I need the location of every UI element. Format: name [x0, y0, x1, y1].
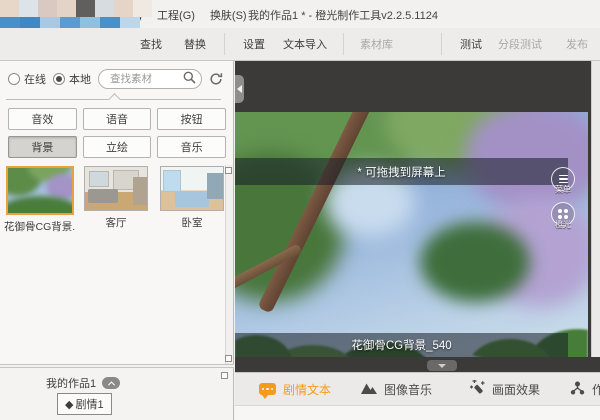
tab-story-flow[interactable]: 作品流程 [570, 381, 600, 398]
mountain-image-icon [361, 381, 377, 397]
asset-thumb-label: 花御骨CG背景.. [4, 219, 76, 234]
drag-hint-bar: * 可拖拽到屏幕上 [235, 158, 568, 185]
category-character-art[interactable]: 立绘 [83, 136, 152, 158]
stage-area: * 可拖拽到屏幕上 花御骨CG背景_540 菜单 橙光 [235, 61, 600, 420]
scrollbar-button[interactable] [225, 355, 232, 362]
search-box [98, 69, 202, 89]
toolbar-divider [224, 33, 225, 55]
toolbar-divider [343, 33, 344, 55]
text-area-top-strip [235, 405, 600, 420]
player-logo-button[interactable]: 橙光 [551, 202, 575, 226]
segment-test-button[interactable]: 分段测试 [498, 36, 542, 52]
censored-pixel-block [19, 0, 38, 17]
magic-wand-icon [468, 380, 485, 398]
replace-button[interactable]: 替换 [184, 36, 206, 52]
settings-button[interactable]: 设置 [243, 36, 265, 52]
tab-screen-effects[interactable]: 画面效果 [468, 380, 540, 398]
material-library-panel: 在线 本地 音效 语音 按钮 背景 立绘 音乐 [0, 61, 234, 365]
collapse-left-panel-handle[interactable] [235, 75, 244, 103]
tab-image-music[interactable]: 图像音乐 [361, 381, 432, 398]
category-buttons: 音效 语音 按钮 背景 立绘 音乐 [8, 108, 226, 158]
refresh-icon[interactable] [209, 72, 223, 86]
censored-pixel-block [38, 0, 57, 17]
category-sound-effects[interactable]: 音效 [8, 108, 77, 130]
tab-label: 画面效果 [492, 381, 540, 398]
search-input[interactable] [108, 72, 183, 86]
censored-pixel-block [76, 0, 95, 17]
panel-divider-caret [6, 99, 221, 100]
tab-label: 图像音乐 [384, 381, 432, 398]
tab-label: 剧情文本 [283, 381, 331, 398]
test-button[interactable]: 测试 [460, 36, 482, 52]
radio-circle-icon [8, 73, 20, 85]
censored-pixel-block [95, 0, 114, 17]
radio-online-label: 在线 [24, 71, 46, 87]
project-panel: 我的作品1 ◆ 剧情1 [0, 367, 234, 420]
radio-local[interactable]: 本地 [53, 71, 91, 87]
project-name: 我的作品1 [46, 375, 96, 391]
publish-button[interactable]: 发布 [566, 36, 588, 52]
menu-icon [559, 175, 568, 184]
asset-thumb-image [160, 166, 224, 211]
player-menu-label: 菜单 [555, 184, 571, 195]
censored-pixel-block [57, 0, 76, 17]
censored-pixel-block [114, 0, 133, 17]
left-panel-scrollbar[interactable] [225, 165, 233, 364]
asset-thumb-forest-bg[interactable]: 花御骨CG背景.. [4, 166, 76, 234]
menu-project[interactable]: 工程(G) [157, 7, 195, 23]
asset-thumb-image [6, 166, 74, 215]
scrollbar-button[interactable] [225, 167, 232, 174]
tab-story-text[interactable]: 剧情文本 [259, 381, 331, 398]
asset-thumb-label: 客厅 [80, 215, 152, 230]
diamond-icon: ◆ [65, 398, 73, 411]
radio-local-label: 本地 [69, 71, 91, 87]
scene-item-label: 剧情1 [75, 396, 103, 412]
expand-text-panel-handle[interactable] [427, 360, 457, 371]
search-icon[interactable] [183, 71, 196, 87]
player-logo-label: 橙光 [555, 219, 571, 230]
clover-logo-icon [558, 209, 568, 219]
material-library-button[interactable]: 素材库 [360, 36, 393, 52]
player-menu-button[interactable]: 菜单 [551, 167, 575, 191]
asset-thumbnails: 花御骨CG背景.. 客厅 卧室 [4, 166, 228, 234]
censored-pixel-block [0, 0, 19, 17]
tab-label: 作品流程 [592, 381, 600, 398]
app-window: 工具(T) 工程(G) 换肤(S) 我的作品1 * - 橙光制作工具v2.2.5… [0, 0, 600, 420]
asset-thumb-image [84, 166, 148, 211]
menu-skin[interactable]: 换肤(S) [210, 7, 247, 23]
radio-circle-selected-icon [53, 73, 65, 85]
source-filter-row: 在线 本地 [8, 69, 223, 89]
background-caption: 花御骨CG背景_540 [351, 337, 451, 353]
find-button[interactable]: 查找 [140, 36, 162, 52]
radio-online[interactable]: 在线 [8, 71, 46, 87]
background-preview-image[interactable]: * 可拖拽到屏幕上 花御骨CG背景_540 菜单 橙光 [235, 112, 588, 357]
chevron-left-icon [237, 85, 242, 93]
caption-bar: 花御骨CG背景_540 [235, 333, 568, 357]
category-music[interactable]: 音乐 [157, 136, 226, 158]
scrollbar-button[interactable] [221, 372, 228, 379]
text-import-button[interactable]: 文本导入 [283, 36, 327, 52]
asset-thumb-label: 卧室 [156, 215, 228, 230]
drag-hint-text: * 可拖拽到屏幕上 [357, 164, 445, 180]
category-buttons-assets[interactable]: 按钮 [157, 108, 226, 130]
scene-item-button[interactable]: ◆ 剧情1 [57, 393, 112, 415]
chevron-down-icon [438, 364, 446, 368]
censored-icons-row1 [0, 0, 152, 17]
editor-bottom-tabs: 剧情文本 图像音乐 画面效果 [235, 372, 600, 405]
toolbar: 查找 替换 设置 文本导入 素材库 测试 分段测试 发布 [0, 28, 600, 61]
chat-bubble-icon [259, 383, 276, 395]
window-title: 我的作品1 * - 橙光制作工具v2.2.5.1124 [248, 7, 438, 23]
censored-pixel-block [133, 0, 152, 17]
player-side-buttons: 菜单 橙光 [551, 167, 575, 226]
chevron-up-icon [108, 381, 115, 388]
asset-thumb-bedroom[interactable]: 卧室 [156, 166, 228, 234]
stage-bottom-bar [235, 357, 600, 372]
flowchart-icon [570, 381, 585, 398]
stage-scrollbar[interactable] [591, 61, 600, 372]
category-voice[interactable]: 语音 [83, 108, 152, 130]
category-background[interactable]: 背景 [8, 136, 77, 158]
asset-thumb-living-room[interactable]: 客厅 [80, 166, 152, 234]
toolbar-divider [441, 33, 442, 55]
collapse-panel-button[interactable] [102, 377, 120, 389]
